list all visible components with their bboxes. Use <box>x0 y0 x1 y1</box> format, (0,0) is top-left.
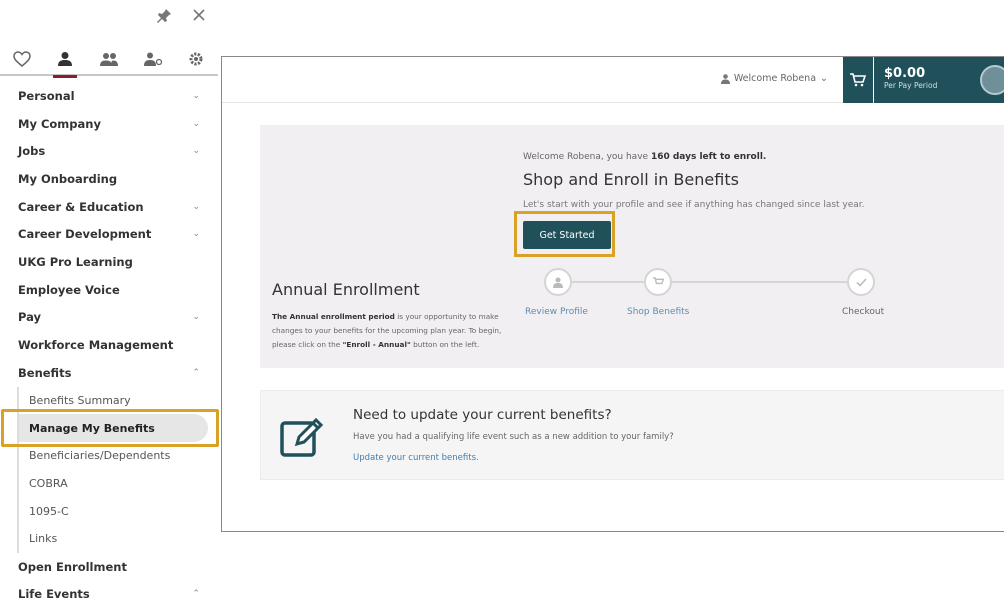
annual-enrollment-desc: The Annual enrollment period is your opp… <box>272 312 502 349</box>
profile-step-icon <box>544 268 572 296</box>
nav-item-employee-voice[interactable]: Employee Voice <box>0 276 218 304</box>
nav-item-open-enrollment[interactable]: Open Enrollment <box>0 553 218 581</box>
update-benefits-card: Need to update your current benefits? Ha… <box>260 390 1004 480</box>
update-benefits-link[interactable]: Update your current benefits. <box>353 453 479 463</box>
shop-step-icon <box>644 268 672 296</box>
chevron-down-icon: ⌄ <box>192 229 200 240</box>
nav-item-career-education[interactable]: Career & Education ⌄ <box>0 193 218 221</box>
nav-item-pay[interactable]: Pay ⌄ <box>0 304 218 332</box>
chevron-up-icon: ⌃ <box>192 589 200 600</box>
chevron-down-icon: ⌄ <box>192 201 200 212</box>
nav-item-jobs[interactable]: Jobs ⌄ <box>0 137 218 165</box>
user-icon <box>720 73 730 84</box>
gear-icon[interactable] <box>181 44 211 74</box>
nav-item-benefits[interactable]: Benefits ⌃ <box>0 359 218 387</box>
nav-item-my-onboarding[interactable]: My Onboarding <box>0 165 218 193</box>
side-navigation: Personal ⌄ My Company ⌄ Jobs ⌄ My Onboardin… <box>0 0 219 603</box>
nav-item-personal[interactable]: Personal ⌄ <box>0 82 218 110</box>
nav-sub-links[interactable]: Links <box>17 525 218 553</box>
close-icon[interactable] <box>192 8 206 28</box>
step-review-profile[interactable]: Review Profile <box>525 307 588 317</box>
nav-sub-manage-my-benefits[interactable]: Manage My Benefits <box>17 414 208 442</box>
nav-top-controls <box>156 8 206 28</box>
nav-item-career-development[interactable]: Career Development ⌄ <box>0 220 218 248</box>
update-title: Need to update your current benefits? <box>353 407 612 423</box>
person-icon[interactable] <box>50 44 80 78</box>
progress-line <box>558 281 858 283</box>
nav-sub-benefits-summary[interactable]: Benefits Summary <box>17 386 218 415</box>
user-menu[interactable]: Welcome Robena ⌄ <box>720 73 828 84</box>
enroll-welcome: Welcome Robena, you have 160 days left t… <box>523 152 767 162</box>
enroll-title: Shop and Enroll in Benefits <box>523 170 739 189</box>
cart-button[interactable] <box>843 57 873 103</box>
days-left: 160 days left to enroll. <box>650 152 767 162</box>
heart-icon[interactable] <box>7 44 37 74</box>
main-panel: Welcome Robena ⌄ $0.00 Per Pay Period We… <box>221 56 1004 532</box>
enroll-desc: Let's start with your profile and see if… <box>523 200 865 210</box>
update-desc: Have you had a qualifying life event suc… <box>353 432 674 442</box>
manager-icon[interactable] <box>138 44 168 74</box>
team-icon[interactable] <box>94 44 124 74</box>
nav-list: Personal ⌄ My Company ⌄ Jobs ⌄ My Onboardin… <box>0 82 218 603</box>
get-started-button[interactable]: Get Started <box>523 221 611 249</box>
cart-icon <box>850 73 866 87</box>
pin-icon[interactable] <box>156 8 172 28</box>
chevron-up-icon: ⌃ <box>192 367 200 378</box>
step-checkout: Checkout <box>842 307 885 317</box>
nav-sub-1095c[interactable]: 1095-C <box>17 497 218 525</box>
checkout-step-icon <box>847 268 875 296</box>
nav-item-my-company[interactable]: My Company ⌄ <box>0 110 218 138</box>
edit-icon <box>279 414 325 460</box>
chevron-down-icon: ⌄ <box>192 90 200 101</box>
nav-sub-beneficiaries-dependents[interactable]: Beneficiaries/Dependents <box>17 441 218 470</box>
annual-enrollment-title: Annual Enrollment <box>272 280 420 299</box>
nav-item-ukg-pro-learning[interactable]: UKG Pro Learning <box>0 248 218 276</box>
caret-down-icon: ⌄ <box>820 73 828 84</box>
step-shop-benefits[interactable]: Shop Benefits <box>627 307 689 317</box>
nav-sub-cobra[interactable]: COBRA <box>17 469 218 498</box>
nav-tab-bar <box>0 44 218 78</box>
chevron-down-icon: ⌄ <box>192 118 200 129</box>
chevron-down-icon: ⌄ <box>192 312 200 323</box>
nav-item-workforce-management[interactable]: Workforce Management <box>0 331 218 359</box>
chevron-down-icon: ⌄ <box>192 146 200 157</box>
nav-item-life-events[interactable]: Life Events ⌃ <box>0 580 218 603</box>
avatar[interactable] <box>980 65 1004 95</box>
page-header: Welcome Robena ⌄ $0.00 Per Pay Period <box>222 57 1004 103</box>
enrollment-card: Welcome Robena, you have 160 days left t… <box>260 125 1004 368</box>
welcome-text: Welcome Robena <box>733 73 817 84</box>
